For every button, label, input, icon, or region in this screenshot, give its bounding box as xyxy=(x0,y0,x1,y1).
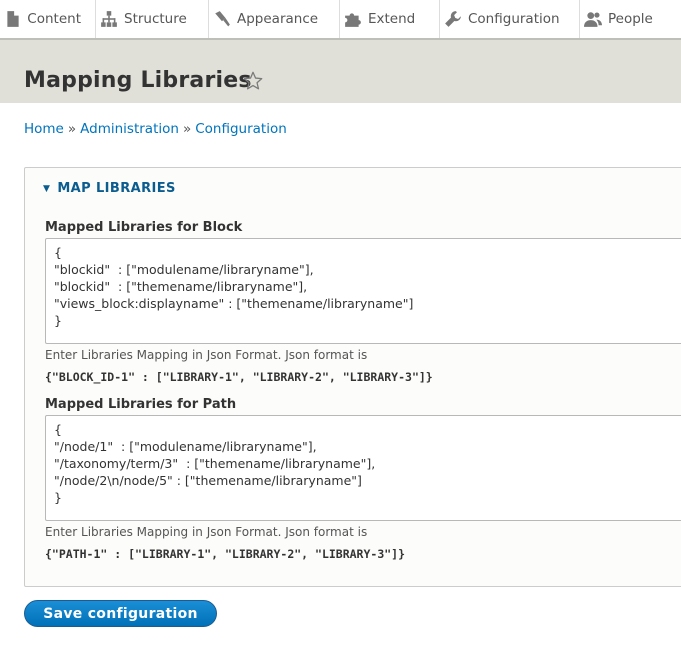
path-mapping-textarea[interactable]: { "/node/1" : ["modulename/libraryname"]… xyxy=(45,415,681,521)
breadcrumb-separator: » xyxy=(182,121,192,137)
path-mapping-label: Mapped Libraries for Path xyxy=(45,397,237,412)
page-title: Mapping Libraries xyxy=(24,68,252,93)
map-libraries-fieldset: ▼ MAP LIBRARIES Mapped Libraries for Blo… xyxy=(24,167,681,587)
wrench-icon xyxy=(443,9,463,29)
block-mapping-label: Mapped Libraries for Block xyxy=(45,220,243,235)
breadcrumb-administration-link[interactable]: Administration xyxy=(80,121,179,137)
toolbar-item-extend[interactable]: Extend xyxy=(340,0,440,38)
sitemap-icon xyxy=(99,9,119,29)
path-mapping-format: {"PATH-1" : ["LIBRARY-1", "LIBRARY-2", "… xyxy=(45,547,406,561)
toolbar-item-structure[interactable]: Structure xyxy=(96,0,209,38)
toolbar-item-people[interactable]: People xyxy=(580,0,681,38)
toolbar-item-label: People xyxy=(608,11,653,27)
toolbar-item-label: Structure xyxy=(124,11,187,27)
file-icon xyxy=(3,9,22,29)
page-header: Mapping Libraries xyxy=(0,40,681,103)
save-configuration-button[interactable]: Save configuration xyxy=(24,600,217,627)
toolbar-item-content[interactable]: Content xyxy=(0,0,96,38)
toolbar-item-label: Extend xyxy=(368,11,416,27)
admin-toolbar: Content Structure Appearance Extend Conf… xyxy=(0,0,681,40)
caret-down-icon: ▼ xyxy=(43,183,51,194)
puzzle-icon xyxy=(343,9,363,29)
breadcrumb-separator: » xyxy=(67,121,77,137)
breadcrumb-home-link[interactable]: Home xyxy=(24,121,64,137)
breadcrumb: Home» Administration» Configuration xyxy=(24,121,287,137)
map-libraries-toggle[interactable]: ▼ MAP LIBRARIES xyxy=(43,181,176,196)
toolbar-item-label: Configuration xyxy=(468,11,560,27)
star-icon[interactable] xyxy=(242,70,264,92)
block-mapping-format: {"BLOCK_ID-1" : ["LIBRARY-1", "LIBRARY-2… xyxy=(45,370,433,384)
block-mapping-description: Enter Libraries Mapping in Json Format. … xyxy=(45,348,368,362)
block-mapping-textarea[interactable]: { "blockid" : ["modulename/libraryname"]… xyxy=(45,238,681,344)
toolbar-item-label: Appearance xyxy=(237,11,319,27)
toolbar-item-configuration[interactable]: Configuration xyxy=(440,0,580,38)
people-icon xyxy=(583,9,603,29)
toolbar-item-appearance[interactable]: Appearance xyxy=(209,0,340,38)
path-mapping-description: Enter Libraries Mapping in Json Format. … xyxy=(45,525,368,539)
fieldset-legend-label: MAP LIBRARIES xyxy=(57,181,176,196)
paintbrush-icon xyxy=(212,9,232,29)
breadcrumb-configuration-link[interactable]: Configuration xyxy=(195,121,287,137)
toolbar-item-label: Content xyxy=(27,11,81,27)
